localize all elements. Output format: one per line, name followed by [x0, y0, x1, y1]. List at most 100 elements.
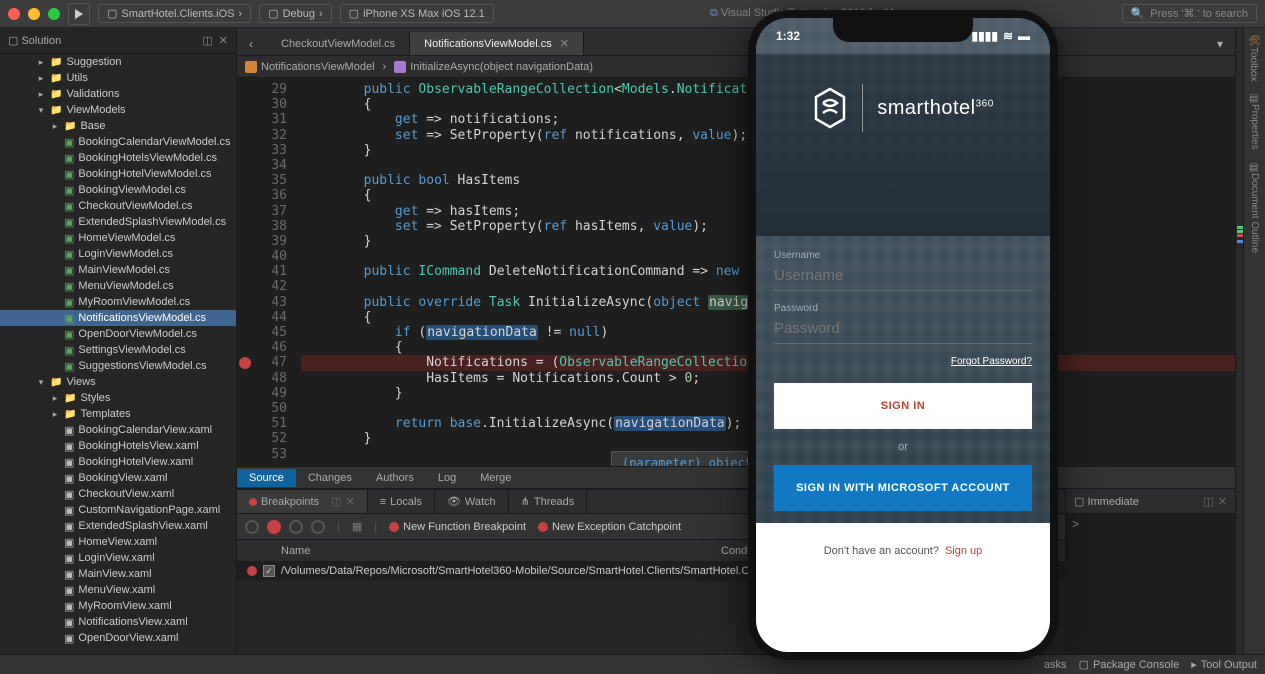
- global-search[interactable]: 🔍 Press '⌘.' to search: [1122, 4, 1257, 23]
- tree-item[interactable]: ▣ExtendedSplashViewModel.cs: [0, 214, 236, 230]
- tab-breakpoints[interactable]: Breakpoints ◫✕: [237, 490, 368, 513]
- close-window-icon[interactable]: [8, 8, 20, 20]
- tab-locals[interactable]: ≡Locals: [368, 490, 435, 513]
- ms-sign-in-button[interactable]: SIGN IN WITH MICROSOFT ACCOUNT: [774, 465, 1032, 511]
- tree-item[interactable]: ▣BookingCalendarView.xaml: [0, 422, 236, 438]
- config-selector[interactable]: ▢Debug›: [259, 4, 332, 23]
- tree-item[interactable]: ▾📁Views: [0, 374, 236, 390]
- tree-item[interactable]: ▣BookingView.xaml: [0, 470, 236, 486]
- panel-dock-icon[interactable]: ◫: [1203, 495, 1213, 508]
- tree-item[interactable]: ▸📁Templates: [0, 406, 236, 422]
- run-button[interactable]: [68, 3, 90, 25]
- expand-icon[interactable]: ▸: [36, 89, 46, 100]
- tree-item[interactable]: ▣OpenDoorViewModel.cs: [0, 326, 236, 342]
- expand-icon[interactable]: ▸: [50, 393, 60, 404]
- panel-close-icon[interactable]: ✕: [219, 34, 228, 47]
- tab-overflow[interactable]: ▾: [1213, 33, 1235, 55]
- tree-item[interactable]: ▣OpenDoorView.xaml: [0, 630, 236, 646]
- expand-icon[interactable]: ▸: [50, 409, 60, 420]
- tree-item[interactable]: ▣CustomNavigationPage.xaml: [0, 502, 236, 518]
- tree-item[interactable]: ▣LoginView.xaml: [0, 550, 236, 566]
- tasks-button[interactable]: asks: [1044, 659, 1067, 671]
- tab-notifications[interactable]: NotificationsViewModel.cs ✕: [410, 32, 584, 55]
- tool-output-button[interactable]: ▸Tool Output: [1191, 658, 1257, 671]
- new-function-breakpoint[interactable]: New Function Breakpoint: [389, 521, 526, 533]
- tree-item[interactable]: ▣MyRoomView.xaml: [0, 598, 236, 614]
- subtab-merge[interactable]: Merge: [468, 469, 523, 487]
- tree-item[interactable]: ▣HomeViewModel.cs: [0, 230, 236, 246]
- tree-item[interactable]: ▣ExtendedSplashView.xaml: [0, 518, 236, 534]
- tab-threads[interactable]: ⋔Threads: [509, 490, 588, 513]
- expand-icon[interactable]: ▸: [36, 57, 46, 68]
- tree-item[interactable]: ▾📁ViewModels: [0, 102, 236, 118]
- tree-item[interactable]: ▣SuggestionsViewModel.cs: [0, 358, 236, 374]
- tree-item[interactable]: ▣BookingViewModel.cs: [0, 182, 236, 198]
- solution-tree[interactable]: ▸📁Suggestion▸📁Utils▸📁Validations▾📁ViewMo…: [0, 54, 236, 654]
- tree-item[interactable]: ▣BookingHotelsView.xaml: [0, 438, 236, 454]
- properties-tab[interactable]: ▤Properties: [1249, 93, 1260, 150]
- bp-disable-icon[interactable]: [267, 520, 281, 534]
- tree-item[interactable]: ▣SettingsViewModel.cs: [0, 342, 236, 358]
- subtab-source[interactable]: Source: [237, 469, 296, 487]
- toolbox-tab[interactable]: 🛠Toolbox: [1248, 36, 1261, 81]
- minimize-window-icon[interactable]: [28, 8, 40, 20]
- tree-item[interactable]: ▸📁Validations: [0, 86, 236, 102]
- tree-item[interactable]: ▸📁Utils: [0, 70, 236, 86]
- breadcrumb[interactable]: NotificationsViewModel › InitializeAsync…: [237, 56, 1235, 78]
- bp-columns-icon[interactable]: ▦: [352, 520, 362, 533]
- panel-close-icon[interactable]: ✕: [1218, 495, 1227, 508]
- bp-clear-icon[interactable]: [311, 520, 325, 534]
- document-outline-tab[interactable]: ▤Document Outline: [1249, 162, 1260, 253]
- code-editor[interactable]: 2930313233343536373839404142434445464748…: [237, 78, 1235, 466]
- maximize-window-icon[interactable]: [48, 8, 60, 20]
- tree-item[interactable]: ▣MenuViewModel.cs: [0, 278, 236, 294]
- subtab-authors[interactable]: Authors: [364, 469, 426, 487]
- expand-icon[interactable]: ▾: [36, 105, 46, 116]
- tree-item[interactable]: ▣BookingHotelView.xaml: [0, 454, 236, 470]
- tab-checkout[interactable]: CheckoutViewModel.cs: [267, 33, 410, 55]
- new-exception-catchpoint[interactable]: New Exception Catchpoint: [538, 521, 681, 533]
- expand-icon[interactable]: ▾: [36, 377, 46, 388]
- tree-item[interactable]: ▣BookingHotelsViewModel.cs: [0, 150, 236, 166]
- tree-item[interactable]: ▸📁Suggestion: [0, 54, 236, 70]
- username-input[interactable]: [774, 263, 1032, 291]
- expand-icon[interactable]: ▸: [36, 73, 46, 84]
- tree-item[interactable]: ▣MainViewModel.cs: [0, 262, 236, 278]
- sign-up-link[interactable]: Sign up: [945, 545, 982, 557]
- panel-dock-icon[interactable]: ◫: [202, 34, 212, 47]
- tree-item[interactable]: ▣BookingCalendarViewModel.cs: [0, 134, 236, 150]
- tree-item[interactable]: ▣CheckoutView.xaml: [0, 486, 236, 502]
- close-tab-icon[interactable]: ✕: [560, 37, 569, 50]
- tree-item[interactable]: ▣CheckoutViewModel.cs: [0, 198, 236, 214]
- bp-enable-icon[interactable]: [245, 520, 259, 534]
- tree-item[interactable]: ▣LoginViewModel.cs: [0, 246, 236, 262]
- tree-item[interactable]: ▣NotificationsViewModel.cs: [0, 310, 236, 326]
- breakpoint-enable-checkbox[interactable]: ✓: [263, 565, 275, 577]
- tab-history-back[interactable]: ‹: [245, 33, 267, 55]
- forgot-password-link[interactable]: Forgot Password?: [774, 356, 1032, 367]
- expand-icon[interactable]: ▸: [50, 121, 60, 132]
- project-selector[interactable]: ▢SmartHotel.Clients.iOS›: [98, 4, 251, 23]
- tree-item[interactable]: ▸📁Base: [0, 118, 236, 134]
- bp-delete-icon[interactable]: [289, 520, 303, 534]
- csharp-file-icon: ▣: [64, 232, 74, 245]
- package-console-button[interactable]: ▢Package Console: [1079, 658, 1180, 671]
- tree-item[interactable]: ▣NotificationsView.xaml: [0, 614, 236, 630]
- subtab-changes[interactable]: Changes: [296, 469, 364, 487]
- tree-item[interactable]: ▣MainView.xaml: [0, 566, 236, 582]
- tree-item[interactable]: ▣MenuView.xaml: [0, 582, 236, 598]
- tab-watch[interactable]: 👁Watch: [435, 490, 509, 513]
- subtab-log[interactable]: Log: [426, 469, 468, 487]
- tree-item[interactable]: ▣HomeView.xaml: [0, 534, 236, 550]
- panel-close-icon[interactable]: ✕: [346, 495, 355, 508]
- sign-in-button[interactable]: SIGN IN: [774, 383, 1032, 429]
- immediate-input[interactable]: >: [1066, 513, 1235, 654]
- panel-dock-icon[interactable]: ◫: [331, 495, 341, 508]
- minimap[interactable]: [1235, 28, 1243, 654]
- device-selector[interactable]: ▢iPhone XS Max iOS 12.1: [340, 4, 494, 23]
- tree-item[interactable]: ▣MyRoomViewModel.cs: [0, 294, 236, 310]
- breakpoint-icon[interactable]: [239, 357, 251, 369]
- tree-item[interactable]: ▣BookingHotelViewModel.cs: [0, 166, 236, 182]
- tree-item[interactable]: ▸📁Styles: [0, 390, 236, 406]
- password-input[interactable]: [774, 316, 1032, 344]
